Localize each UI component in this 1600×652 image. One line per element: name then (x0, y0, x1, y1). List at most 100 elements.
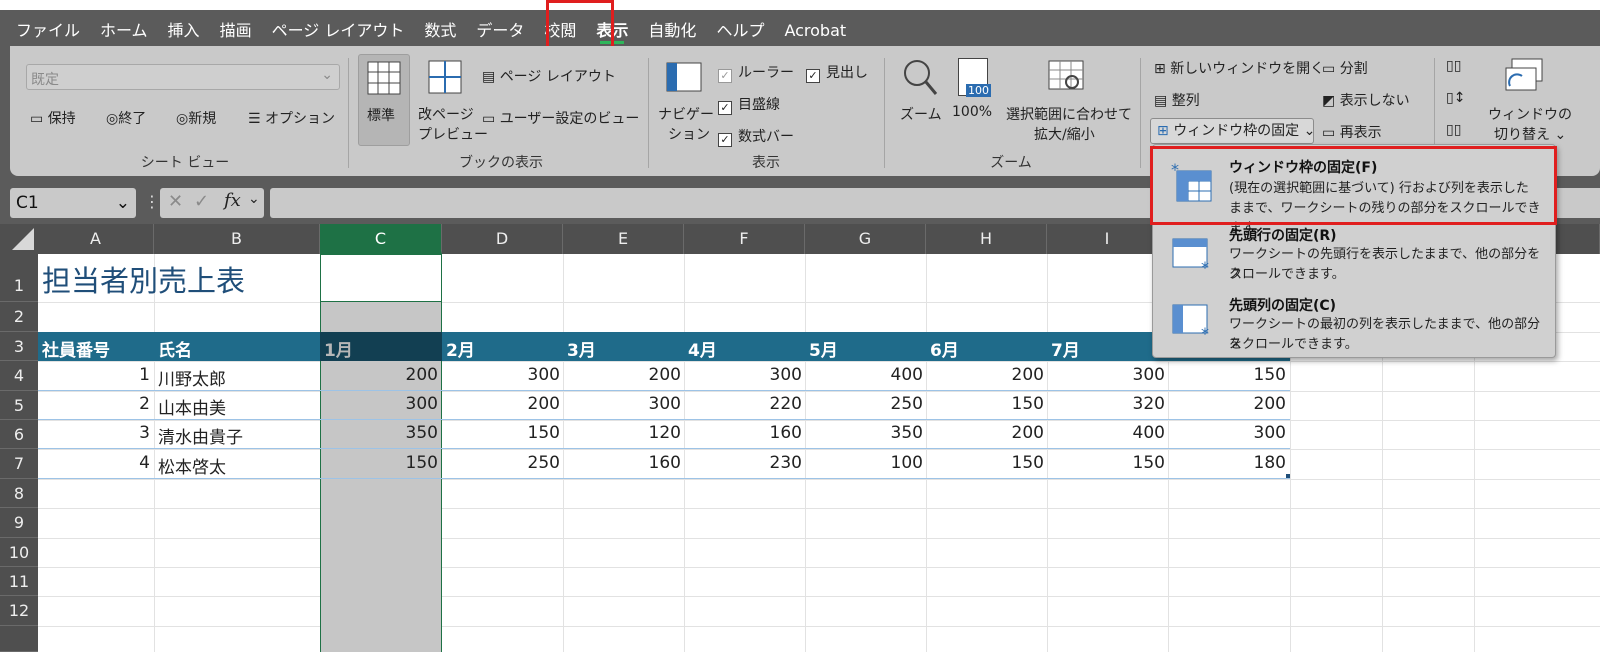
select-all-button[interactable] (0, 224, 38, 254)
cell-month-3[interactable]: 300 (563, 394, 681, 414)
header-month-7[interactable]: 7月 (1051, 336, 1080, 361)
freeze-panes-button[interactable]: ⊞ ウィンドウ枠の固定 ⌄ (1150, 118, 1315, 144)
cell-month-6[interactable]: 150 (926, 453, 1044, 473)
row-header-12[interactable]: 12 (0, 596, 38, 626)
tab-formulas[interactable]: 数式 (414, 10, 466, 48)
cell-id[interactable]: 3 (38, 423, 150, 443)
cell-month-8[interactable]: 200 (1168, 394, 1286, 414)
row-header-8[interactable]: 8 (0, 479, 38, 508)
tab-data[interactable]: データ (466, 10, 534, 48)
header-month-4[interactable]: 4月 (688, 336, 717, 361)
exit-button[interactable]: ◎終了 (106, 108, 146, 128)
row-header-10[interactable]: 10 (0, 538, 38, 567)
menu-item-freeze-panes[interactable]: * ウィンドウ枠の固定(F) (現在の選択範囲に基づいて) 行および列を表示した… (1153, 149, 1555, 236)
cell-month-2[interactable]: 300 (442, 365, 560, 385)
cell-month-8[interactable]: 180 (1168, 453, 1286, 473)
sheet-view-options-button[interactable]: ☰ オプション (248, 108, 335, 128)
normal-view-button[interactable]: 標準 (358, 54, 410, 146)
cell-month-6[interactable]: 200 (926, 423, 1044, 443)
split-button[interactable]: ▭ 分割 (1322, 58, 1368, 78)
row-header-3[interactable]: 3 (0, 332, 38, 361)
header-month-3[interactable]: 3月 (567, 336, 596, 361)
headings-checkbox[interactable]: ✓ 見出し (806, 62, 868, 83)
cell-month-5[interactable]: 250 (805, 394, 923, 414)
cell-month-3[interactable]: 160 (563, 453, 681, 473)
cell-month-3[interactable]: 200 (563, 365, 681, 385)
more-options-icon[interactable]: ⋮ (144, 192, 160, 211)
insert-function-icon[interactable]: fx (224, 190, 241, 211)
unhide-button[interactable]: ▭ 再表示 (1322, 122, 1382, 142)
cell-month-5[interactable]: 100 (805, 453, 923, 473)
formula-bar-checkbox[interactable]: ✓ 数式バー (718, 126, 794, 147)
header-month-6[interactable]: 6月 (930, 336, 959, 361)
column-header-a[interactable]: A (38, 224, 154, 254)
row-header-5[interactable]: 5 (0, 391, 38, 420)
enter-icon[interactable]: ✓ (194, 191, 209, 212)
tab-view[interactable]: 表示 (586, 10, 638, 48)
row-header-13[interactable] (0, 626, 38, 652)
zoom-100-button[interactable]: 100 100% (948, 54, 998, 146)
gridlines-checkbox[interactable]: ✓ 目盛線 (718, 94, 780, 115)
tab-home[interactable]: ホーム (90, 10, 158, 48)
tab-insert[interactable]: 挿入 (158, 10, 210, 48)
name-box[interactable]: C1 ⌄ (10, 188, 136, 218)
menu-item-freeze-top-row[interactable]: * 先頭行の固定(R) ワークシートの先頭行を表示したままで、他の部分をス クロ… (1153, 225, 1555, 291)
cell-name[interactable]: 山本由美 (158, 394, 226, 419)
row-header-11[interactable]: 11 (0, 567, 38, 596)
column-header-i[interactable]: I (1047, 224, 1168, 254)
cell-month-1[interactable]: 350 (320, 423, 438, 443)
row-header-2[interactable]: 2 (0, 302, 38, 332)
view-side-by-side-icon[interactable]: ▯▯ (1446, 58, 1461, 74)
row-header-7[interactable]: 7 (0, 449, 38, 479)
tab-help[interactable]: ヘルプ (706, 10, 774, 48)
navigation-button[interactable]: ナビゲー ション (656, 54, 714, 146)
cell-month-5[interactable]: 350 (805, 423, 923, 443)
cell-month-4[interactable]: 220 (684, 394, 802, 414)
tab-page-layout[interactable]: ページ レイアウト (262, 10, 415, 48)
row-header-1[interactable]: 1 (0, 254, 38, 302)
cell-month-1[interactable]: 300 (320, 394, 438, 414)
header-employee-no[interactable]: 社員番号 (42, 336, 110, 361)
cell-id[interactable]: 4 (38, 453, 150, 473)
new-window-button[interactable]: ⊞ 新しいウィンドウを開く (1154, 58, 1324, 78)
active-cell-c1[interactable] (320, 254, 442, 302)
cancel-icon[interactable]: ✕ (168, 191, 183, 212)
cell-month-8[interactable]: 300 (1168, 423, 1286, 443)
cell-month-4[interactable]: 230 (684, 453, 802, 473)
cell-month-7[interactable]: 320 (1047, 394, 1165, 414)
reset-window-position-icon[interactable]: ▯▯ (1446, 122, 1461, 138)
cell-month-5[interactable]: 400 (805, 365, 923, 385)
cell-id[interactable]: 1 (38, 365, 150, 385)
zoom-button[interactable]: ズーム (894, 54, 944, 146)
column-header-b[interactable]: B (154, 224, 320, 254)
cell-month-4[interactable]: 160 (684, 423, 802, 443)
switch-windows-button[interactable]: ウィンドウの 切り替え ⌄ (1484, 54, 1572, 146)
zoom-to-selection-button[interactable]: 選択範囲に合わせて 拡大/縮小 (1002, 54, 1132, 146)
cell-month-6[interactable]: 150 (926, 394, 1044, 414)
cell-month-2[interactable]: 250 (442, 453, 560, 473)
cell-name[interactable]: 清水由貴子 (158, 423, 243, 448)
column-header-g[interactable]: G (805, 224, 926, 254)
sync-scroll-icon[interactable]: ▯↕ (1446, 90, 1465, 106)
hide-button[interactable]: ◩ 表示しない (1322, 90, 1410, 110)
keep-button[interactable]: ▭ 保持 (30, 108, 76, 128)
sheet-title[interactable]: 担当者別売上表 (42, 258, 245, 300)
menu-item-freeze-first-column[interactable]: * 先頭列の固定(C) ワークシートの最初の列を表示したままで、他の部分を スク… (1153, 293, 1555, 357)
header-name[interactable]: 氏名 (158, 336, 192, 361)
tab-acrobat[interactable]: Acrobat (774, 10, 856, 48)
header-month-1[interactable]: 1月 (324, 336, 353, 361)
column-header-e[interactable]: E (563, 224, 684, 254)
cell-month-1[interactable]: 150 (320, 453, 438, 473)
column-header-f[interactable]: F (684, 224, 805, 254)
cell-month-2[interactable]: 150 (442, 423, 560, 443)
cell-month-2[interactable]: 200 (442, 394, 560, 414)
row-header-9[interactable]: 9 (0, 508, 38, 538)
new-sheet-view-button[interactable]: ◎新規 (176, 108, 216, 128)
sheet-view-select[interactable]: 既定 ⌄ (26, 64, 340, 90)
tab-review[interactable]: 校閲 (534, 10, 586, 48)
cell-id[interactable]: 2 (38, 394, 150, 414)
ruler-checkbox[interactable]: ✓ ルーラー (718, 62, 794, 83)
custom-views-button[interactable]: ▭ ユーザー設定のビュー (482, 108, 639, 128)
tab-draw[interactable]: 描画 (210, 10, 262, 48)
page-layout-button[interactable]: ▤ ページ レイアウト (482, 66, 616, 86)
